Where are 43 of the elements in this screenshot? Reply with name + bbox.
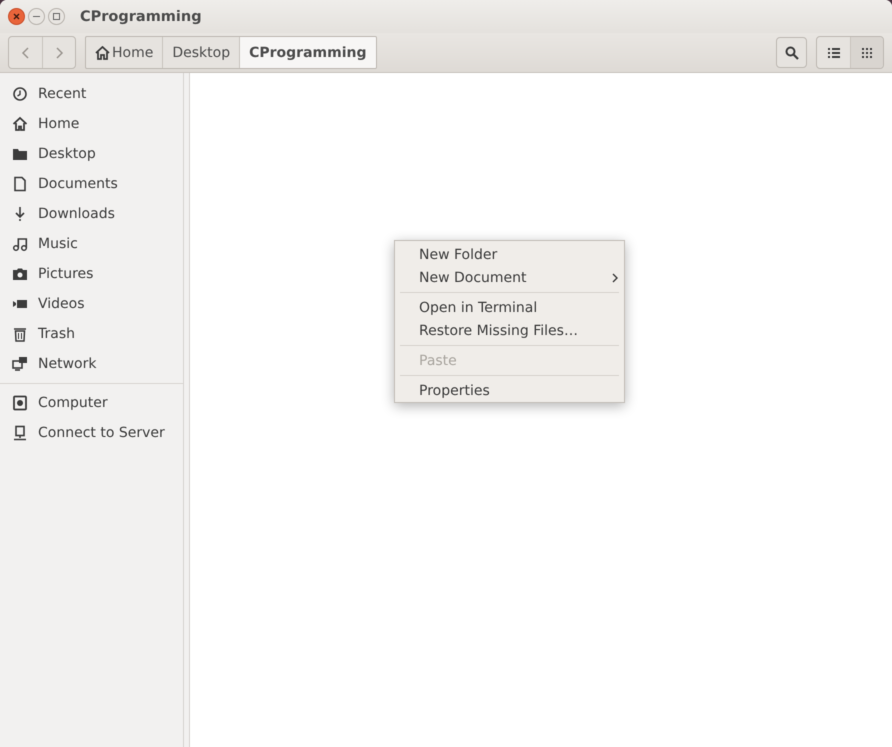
sidebar-item[interactable]: Documents <box>0 169 183 199</box>
menu-item[interactable]: Properties <box>395 379 624 402</box>
trash-icon <box>12 326 28 342</box>
back-icon <box>20 46 30 60</box>
home-icon <box>95 46 110 60</box>
sidebar-item[interactable]: Trash <box>0 319 183 349</box>
sidebar-item[interactable]: Network <box>0 349 183 379</box>
sidebar-item[interactable]: Recent <box>0 79 183 109</box>
sidebar-item[interactable]: Connect to Server <box>0 418 183 448</box>
breadcrumb-button[interactable]: CProgramming <box>239 37 376 68</box>
close-button[interactable] <box>8 8 25 25</box>
grid-view-button[interactable] <box>850 37 883 68</box>
clock-icon <box>12 86 28 102</box>
sidebar-item[interactable]: Videos <box>0 289 183 319</box>
forward-icon <box>54 46 64 60</box>
sidebar-item[interactable]: Desktop <box>0 139 183 169</box>
maximize-icon <box>52 12 61 21</box>
list-icon <box>828 48 840 58</box>
music-icon <box>12 236 28 252</box>
sidebar-item[interactable]: Computer <box>0 388 183 418</box>
close-icon <box>12 12 21 21</box>
folder-icon <box>12 146 28 162</box>
server-icon <box>12 425 28 441</box>
menu-item[interactable]: Restore Missing Files… <box>395 319 624 342</box>
network-icon <box>12 356 28 372</box>
search-button[interactable] <box>776 37 807 68</box>
computer-icon <box>12 395 28 411</box>
breadcrumb-button[interactable]: Home <box>86 37 162 68</box>
grid-icon <box>862 48 872 58</box>
menu-item[interactable]: New Folder <box>395 243 624 266</box>
menu-item[interactable]: Open in Terminal <box>395 296 624 319</box>
maximize-button[interactable] <box>48 8 65 25</box>
sidebar-item[interactable]: Music <box>0 229 183 259</box>
minimize-button[interactable] <box>28 8 45 25</box>
sidebar-item[interactable]: Downloads <box>0 199 183 229</box>
search-icon <box>784 46 798 60</box>
camera-icon <box>12 266 28 282</box>
home-icon <box>12 116 28 132</box>
menu-item[interactable]: New Document <box>395 266 624 289</box>
sidebar-item[interactable]: Pictures <box>0 259 183 289</box>
window-title: CProgramming <box>80 8 202 24</box>
document-icon <box>12 176 28 192</box>
sidebar-item[interactable]: Home <box>0 109 183 139</box>
